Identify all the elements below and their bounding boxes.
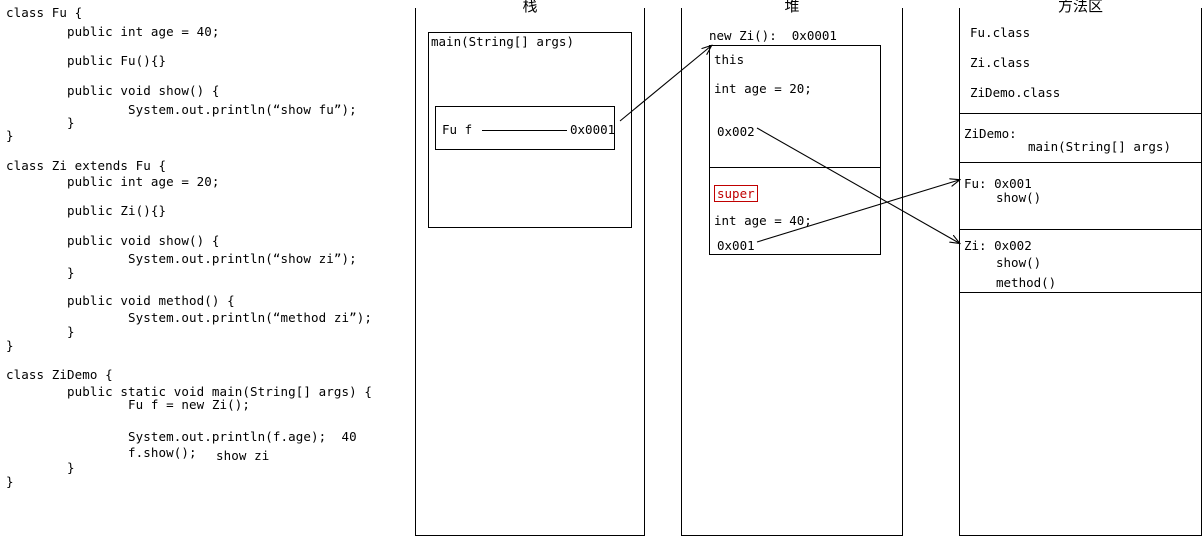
code-line: class ZiDemo { xyxy=(6,367,113,382)
code-line: public int age = 40; xyxy=(6,24,220,39)
method-area-panel-title-text: 方法区 xyxy=(1051,0,1109,14)
stack-frame-main: main(String[] args) Fu f 0x0001 xyxy=(428,32,632,228)
heap-panel: 堆 new Zi(): 0x0001 this int age = 20; 0x… xyxy=(681,0,903,536)
heap-object-section-divider xyxy=(710,167,880,168)
code-line: f.show(); xyxy=(6,445,197,460)
code-line: Fu f = new Zi(); xyxy=(6,397,251,412)
loaded-class-item: ZiDemo.class xyxy=(970,85,1061,100)
code-line: } xyxy=(6,474,14,489)
code-line: class Zi extends Fu { xyxy=(6,158,167,173)
method-table-entry: main(String[] args) xyxy=(1028,139,1171,154)
heap-object-header: new Zi(): 0x0001 xyxy=(709,28,837,43)
stack-variable-value: 0x0001 xyxy=(570,122,616,137)
code-line: public int age = 20; xyxy=(6,174,220,189)
code-annotation-show-zi: show zi xyxy=(216,448,270,463)
code-line: } xyxy=(6,338,14,353)
loaded-class-item: Zi.class xyxy=(970,55,1031,70)
code-line: } xyxy=(6,128,14,143)
heap-panel-title-text: 堆 xyxy=(778,0,806,14)
stack-panel: 栈 main(String[] args) Fu f 0x0001 xyxy=(415,0,645,536)
method-area-panel: 方法区 Fu.class Zi.class ZiDemo.class ZiDem… xyxy=(959,0,1202,536)
code-line: System.out.println(“method zi”); xyxy=(6,310,373,325)
method-area-divider xyxy=(960,229,1201,230)
code-line: public void show() { xyxy=(6,233,220,248)
stack-frame-label: main(String[] args) xyxy=(431,34,574,49)
method-area-panel-title: 方法区 xyxy=(960,0,1201,14)
method-area-divider xyxy=(960,292,1201,293)
stack-variable-name: Fu f xyxy=(442,122,473,137)
code-line: System.out.println(“show zi”); xyxy=(6,251,357,266)
loaded-class-item: Fu.class xyxy=(970,25,1031,40)
code-line: class Fu { xyxy=(6,5,83,20)
method-table-entry: show() xyxy=(996,190,1042,205)
code-line: public void method() { xyxy=(6,293,235,308)
method-area-divider xyxy=(960,162,1201,163)
heap-object-box: this int age = 20; 0x002 super int age =… xyxy=(709,45,881,255)
code-line: } xyxy=(6,115,75,130)
stack-variable-box: Fu f 0x0001 xyxy=(435,106,615,150)
heap-child-field: int age = 20; xyxy=(714,81,812,96)
code-line: public Fu(){} xyxy=(6,53,167,68)
method-area-divider xyxy=(960,113,1201,114)
heap-child-method-ref: 0x002 xyxy=(717,124,755,139)
code-line: } xyxy=(6,265,75,280)
heap-super-label: super xyxy=(714,185,758,202)
heap-panel-title: 堆 xyxy=(682,0,902,14)
heap-parent-method-ref: 0x001 xyxy=(717,238,755,253)
stack-panel-title: 栈 xyxy=(416,0,644,14)
stack-panel-title-text: 栈 xyxy=(516,0,544,14)
code-line: public Zi(){} xyxy=(6,203,167,218)
code-line: } xyxy=(6,324,75,339)
code-line: public void show() { xyxy=(6,83,220,98)
method-table-entry: show() xyxy=(996,255,1042,270)
method-table-entry: method() xyxy=(996,275,1057,290)
heap-parent-field: int age = 40; xyxy=(714,213,812,228)
heap-this-label: this xyxy=(714,52,745,67)
source-code-panel: class Fu { public int age = 40; public F… xyxy=(0,0,410,550)
code-line: } xyxy=(6,460,75,475)
method-table-header-fu: Fu: 0x001 xyxy=(964,176,1032,191)
method-table-header-zidemo: ZiDemo: xyxy=(964,126,1017,141)
code-line-output-age: System.out.println(f.age); 40 xyxy=(6,429,357,444)
method-table-header-zi: Zi: 0x002 xyxy=(964,238,1032,253)
stack-variable-connector-line xyxy=(482,130,567,131)
